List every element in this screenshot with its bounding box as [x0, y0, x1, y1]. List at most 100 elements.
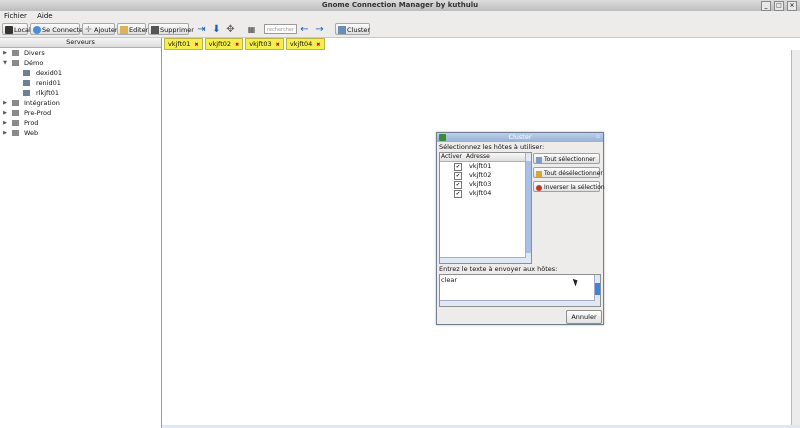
- host-icon: [23, 70, 30, 76]
- host-list-scrollbar[interactable]: [525, 153, 531, 263]
- arrow-right-icon[interactable]: →: [314, 24, 325, 35]
- tab-close-icon[interactable]: ✖: [235, 42, 239, 48]
- tree-folder-7[interactable]: ▶ Prod: [0, 118, 161, 128]
- tab-label: vkjft03: [249, 40, 272, 48]
- command-text: clear: [441, 276, 458, 284]
- host-row[interactable]: ✔ vkjft03: [440, 180, 531, 189]
- tab-vkjft01[interactable]: vkjft01 ✖: [164, 38, 203, 50]
- tab-bar: vkjft01 ✖ vkjft02 ✖ vkjft03 ✖ vkjft04 ✖: [162, 38, 325, 50]
- tree-item-label: Démo: [24, 59, 44, 67]
- terminal-scrollbar[interactable]: [791, 50, 800, 425]
- cluster-label: Cluster: [347, 26, 371, 34]
- tree-folder-5[interactable]: ▶ Intégration: [0, 98, 161, 108]
- textarea-hscrollbar[interactable]: [440, 300, 595, 306]
- chevron-down-icon[interactable]: ▼: [2, 58, 8, 68]
- tab-vkjft02[interactable]: vkjft02 ✖: [204, 38, 244, 50]
- tree-folder-0[interactable]: ▶ Divers: [0, 48, 161, 58]
- move-icon[interactable]: ✥: [225, 24, 236, 35]
- broom-icon: [536, 170, 542, 177]
- col-activate[interactable]: Activer: [441, 153, 462, 161]
- host-checkbox[interactable]: ✔: [454, 163, 462, 171]
- send-text-label: Entrez le texte à envoyer aux hôtes:: [439, 265, 558, 273]
- tab-close-icon[interactable]: ✖: [276, 42, 280, 48]
- folder-icon: [12, 120, 19, 126]
- tab-close-icon[interactable]: ✖: [194, 42, 198, 48]
- download-icon[interactable]: ⬇: [211, 24, 222, 35]
- select-all-button[interactable]: Tout sélectionner: [533, 153, 600, 164]
- scrollbar-thumb[interactable]: [595, 283, 600, 295]
- delete-label: Supprimer: [160, 26, 194, 34]
- tree-folder-8[interactable]: ▶ Web: [0, 128, 161, 138]
- tree-item-label: Intégration: [24, 99, 60, 107]
- dialog-titlebar: Cluster ▫: [437, 133, 603, 142]
- tab-label: vkjft01: [168, 40, 191, 48]
- folder-icon: [12, 110, 19, 116]
- edit-label: Editer: [129, 26, 149, 34]
- host-icon: [23, 80, 30, 86]
- scrollbar-thumb[interactable]: [526, 161, 531, 253]
- tree-item-label: dexid01: [36, 69, 63, 77]
- folder-icon: [12, 50, 19, 56]
- add-button[interactable]: ✛ Ajouter: [82, 23, 118, 35]
- tree-item-label: Divers: [24, 49, 45, 57]
- host-row[interactable]: ✔ vkjft01: [440, 162, 531, 171]
- tree-item-label: Web: [24, 129, 39, 137]
- close-icon[interactable]: ▫: [595, 134, 601, 140]
- connect-button[interactable]: Se Connecter: [30, 23, 86, 35]
- select-hosts-label: Sélectionnez les hôtes à utiliser:: [439, 143, 545, 151]
- sidebar-header[interactable]: Serveurs: [0, 38, 161, 48]
- menu-fichier[interactable]: Fichier: [4, 12, 27, 20]
- keyboard-icon[interactable]: ▦: [246, 24, 257, 35]
- add-label: Ajouter: [94, 26, 118, 34]
- tree-folder-6[interactable]: ▶ Pre-Prod: [0, 108, 161, 118]
- tree-host-3[interactable]: renid01: [0, 78, 161, 88]
- chevron-right-icon[interactable]: ▶: [2, 118, 8, 128]
- host-checkbox[interactable]: ✔: [454, 190, 462, 198]
- tab-label: vkjft04: [289, 40, 313, 48]
- invert-selection-button[interactable]: Inverser la sélection: [533, 181, 605, 192]
- tab-close-icon[interactable]: ✖: [316, 42, 320, 48]
- tree-item-label: Prod: [24, 119, 39, 127]
- host-checkbox[interactable]: ✔: [454, 181, 462, 189]
- host-list-hscrollbar[interactable]: [440, 257, 526, 263]
- cancel-button[interactable]: Annuler: [566, 310, 602, 324]
- window-title: Gnome Connection Manager by kuthulu: [321, 1, 479, 9]
- invert-label: Inverser la sélection: [544, 184, 605, 191]
- delete-button[interactable]: Supprimer: [148, 23, 194, 35]
- arrow-left-icon[interactable]: ←: [299, 24, 310, 35]
- menu-bar: Fichier Aide: [0, 11, 800, 21]
- server-sidebar: Serveurs ▶ Divers ▼ Démo dexid01 renid01 rlkjf…: [0, 38, 162, 428]
- chevron-right-icon[interactable]: ▶: [2, 48, 8, 58]
- invert-icon: [536, 184, 542, 191]
- search-input[interactable]: rechercher: [264, 24, 297, 34]
- host-checkbox[interactable]: ✔: [454, 172, 462, 180]
- menu-aide[interactable]: Aide: [37, 12, 52, 20]
- deselect-all-button[interactable]: Tout désélectionner: [533, 167, 603, 178]
- tree-folder-1[interactable]: ▼ Démo: [0, 58, 161, 68]
- tree-host-2[interactable]: dexid01: [0, 68, 161, 78]
- local-button[interactable]: Local: [2, 23, 31, 35]
- edit-button[interactable]: Editer: [117, 23, 149, 35]
- maximize-icon[interactable]: □: [774, 1, 784, 11]
- col-address[interactable]: Adresse: [466, 153, 490, 161]
- tree-host-4[interactable]: rlkjft01: [0, 88, 161, 98]
- cluster-icon: [338, 26, 346, 34]
- select-all-icon: [536, 156, 542, 163]
- chevron-right-icon[interactable]: ▶: [2, 98, 8, 108]
- cluster-button[interactable]: Cluster: [335, 23, 370, 35]
- edit-icon: [120, 26, 128, 34]
- host-row[interactable]: ✔ vkjft02: [440, 171, 531, 180]
- minimize-icon[interactable]: _: [761, 1, 771, 11]
- chevron-right-icon[interactable]: ▶: [2, 128, 8, 138]
- close-icon[interactable]: ×: [787, 1, 797, 11]
- add-icon: ✛: [85, 25, 92, 34]
- host-list: Activer Adresse ✔ vkjft01 ✔ vkjft02 ✔ vkjft03…: [439, 152, 532, 264]
- tab-vkjft04[interactable]: vkjft04 ✖: [285, 38, 325, 50]
- host-row[interactable]: ✔ vkjft04: [440, 189, 531, 198]
- host-list-header: Activer Adresse: [440, 153, 531, 162]
- select-all-label: Tout sélectionner: [544, 156, 596, 163]
- import-icon[interactable]: ⇥: [196, 24, 207, 35]
- chevron-right-icon[interactable]: ▶: [2, 108, 8, 118]
- tab-vkjft03[interactable]: vkjft03 ✖: [245, 38, 284, 50]
- toolbar: Local Se Connecter ✛ Ajouter Editer Suppr…: [0, 21, 800, 38]
